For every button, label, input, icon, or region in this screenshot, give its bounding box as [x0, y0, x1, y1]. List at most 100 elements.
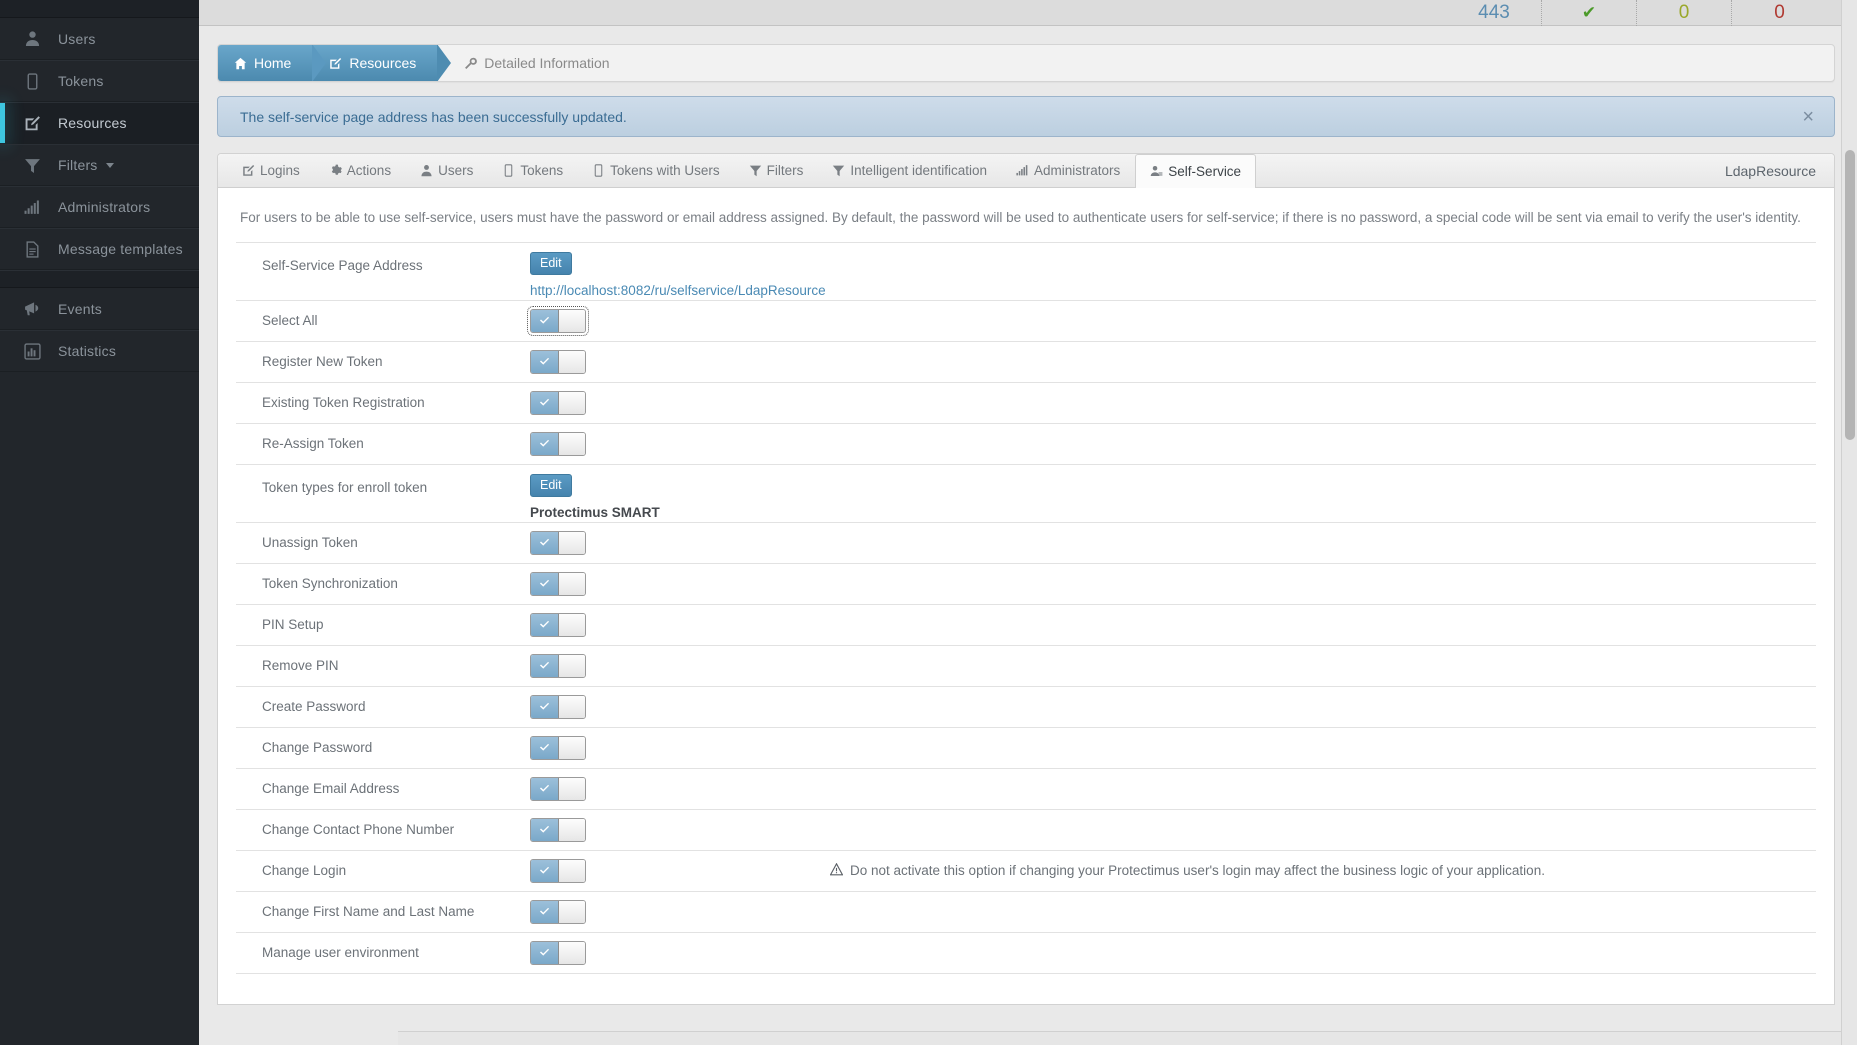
tab-administrators[interactable]: Administrators [1002, 154, 1135, 187]
resource-name-label: LdapResource [1724, 162, 1816, 179]
toggle-cell [530, 612, 830, 637]
count-warning: 0 [1637, 0, 1732, 26]
edit-button[interactable]: Edit [530, 473, 572, 497]
sidebar-item-label: Tokens [58, 73, 104, 89]
toggle-switch[interactable] [530, 776, 586, 801]
change-login-warning: Do not activate this option if changing … [829, 862, 1545, 879]
toggle-knob[interactable] [559, 654, 585, 677]
toggle-check-icon [531, 736, 559, 759]
toggle-switch[interactable] [530, 858, 586, 883]
tab-actions[interactable]: Actions [315, 154, 406, 187]
toggle-knob[interactable] [559, 736, 585, 759]
row-change-email-address: Change Email Address [236, 769, 1816, 810]
sidebar-top-strip [0, 0, 199, 18]
toggle-switch[interactable] [527, 305, 589, 336]
sidebar-item-tokens[interactable]: Tokens [0, 60, 199, 102]
self-service-url-link[interactable]: http://localhost:8082/ru/selfservice/Lda… [530, 283, 830, 298]
tab-logins[interactable]: Logins [228, 154, 315, 187]
toggle-switch[interactable] [530, 349, 586, 374]
toggle-knob[interactable] [559, 531, 585, 554]
sidebar-item-message-templates[interactable]: Message templates [0, 228, 199, 270]
toggle-knob[interactable] [559, 777, 585, 800]
toggle-switch[interactable] [530, 899, 586, 924]
toggle-knob[interactable] [559, 941, 585, 964]
row-change-first-name-and-last-name: Change First Name and Last Name [236, 892, 1816, 933]
bars-icon [24, 199, 54, 216]
sidebar-item-users[interactable]: Users [0, 18, 199, 60]
toggle-knob[interactable] [559, 309, 585, 332]
vertical-scrollbar[interactable] [1841, 0, 1857, 1045]
row-label: Unassign Token [262, 535, 358, 551]
toggle-switch[interactable] [530, 571, 586, 596]
toggle-cell [530, 349, 830, 374]
tab-tokens-with-users[interactable]: Tokens with Users [578, 154, 735, 187]
sidebar-item-label: Resources [58, 115, 127, 131]
toggle-knob[interactable] [559, 350, 585, 373]
toggle-switch[interactable] [530, 390, 586, 415]
toggle-knob[interactable] [559, 572, 585, 595]
tab-users[interactable]: Users [406, 154, 488, 187]
toggle-check-icon [531, 572, 559, 595]
toggle-cell [530, 817, 830, 842]
token-icon [592, 164, 605, 177]
tab-tokens[interactable]: Tokens [488, 154, 578, 187]
toggle-knob[interactable] [559, 859, 585, 882]
toggle-cell [530, 571, 830, 596]
toggle-cell [530, 940, 830, 965]
toggle-knob[interactable] [559, 391, 585, 414]
row-create-password: Create Password [236, 687, 1816, 728]
toggle-switch[interactable] [530, 653, 586, 678]
tab-label: Tokens with Users [610, 163, 720, 178]
sidebar-item-label: Filters [58, 157, 98, 173]
detail-panel: Logins Actions Users Tokens Tokens with User… [217, 153, 1835, 1005]
row-label: Remove PIN [262, 658, 339, 674]
alert-close-icon[interactable]: × [1796, 107, 1820, 127]
tab-bar: Logins Actions Users Tokens Tokens with User… [218, 154, 1834, 188]
toggle-switch[interactable] [530, 817, 586, 842]
toggle-switch[interactable] [530, 694, 586, 719]
sidebar-item-administrators[interactable]: Administrators [0, 186, 199, 228]
breadcrumb-item-detailed-information: Detailed Information [438, 45, 627, 81]
chevron-down-icon[interactable] [105, 162, 114, 168]
breadcrumb-item-resources[interactable]: Resources [313, 45, 452, 81]
edit-button[interactable]: Edit [530, 251, 572, 275]
sidebar-item-events[interactable]: Events [0, 288, 199, 330]
tab-filters[interactable]: Filters [735, 154, 819, 187]
horizontal-scrollbar[interactable] [398, 1031, 1841, 1045]
warning-text: Do not activate this option if changing … [850, 863, 1545, 879]
toggle-knob[interactable] [559, 900, 585, 923]
row-label: Change Email Address [262, 781, 400, 797]
toggle-switch[interactable] [530, 530, 586, 555]
toggle-knob[interactable] [559, 818, 585, 841]
breadcrumb-item-home[interactable]: Home [218, 45, 327, 81]
toggle-check-icon [531, 309, 559, 332]
sidebar: Users Tokens Resources Filters Administrator… [0, 0, 199, 1045]
toggle-check-icon [531, 391, 559, 414]
toggle-switch[interactable] [530, 431, 586, 456]
sidebar-item-resources[interactable]: Resources [0, 102, 199, 144]
row-label: Token Synchronization [262, 576, 398, 592]
toggle-switch[interactable] [530, 735, 586, 760]
row-label: Self-Service Page Address [262, 257, 423, 273]
row-change-contact-phone-number: Change Contact Phone Number [236, 810, 1816, 851]
count-error: 0 [1774, 1, 1785, 23]
tab-intelligent-identification[interactable]: Intelligent identification [818, 154, 1002, 187]
toggle-switch[interactable] [530, 612, 586, 637]
self-service-icon [1150, 165, 1163, 178]
toggle-knob[interactable] [559, 613, 585, 636]
toggle-knob[interactable] [559, 432, 585, 455]
warning-icon [829, 862, 844, 879]
success-alert: The self-service page address has been s… [217, 96, 1835, 137]
toggle-switch[interactable] [530, 940, 586, 965]
vertical-scrollbar-thumb[interactable] [1845, 150, 1855, 440]
tab-label: Tokens [520, 163, 564, 178]
breadcrumb: Home Resources Detailed Information [217, 44, 1835, 82]
main-area: 443 ✔ 0 0 Home Resources Detailed Information… [199, 0, 1857, 1045]
toggle-cell [530, 390, 830, 415]
sidebar-item-filters[interactable]: Filters [0, 144, 199, 186]
toggle-check-icon [531, 941, 559, 964]
tab-self-service[interactable]: Self-Service [1135, 154, 1257, 188]
sidebar-item-statistics[interactable]: Statistics [0, 330, 199, 372]
toggle-knob[interactable] [559, 695, 585, 718]
top-counter-bar: 443 ✔ 0 0 [199, 0, 1857, 26]
